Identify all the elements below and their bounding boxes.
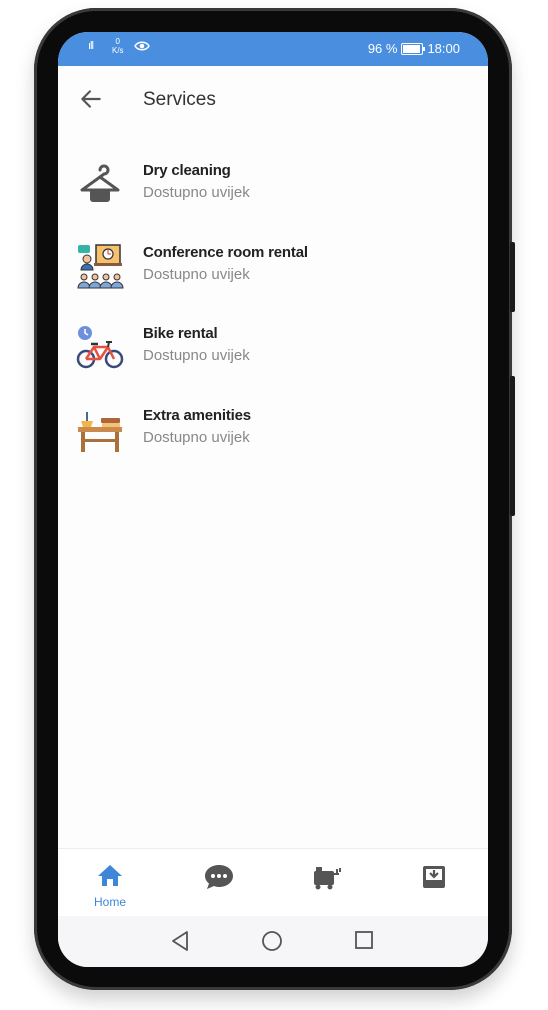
app-bar: Services — [58, 66, 488, 134]
hanger-icon — [80, 164, 120, 202]
clock: 18:00 — [427, 41, 460, 56]
nav-chat[interactable] — [183, 849, 253, 917]
service-item-conference-room-rental[interactable]: Conference room rental Dostupno uvijek — [58, 242, 488, 312]
power-button — [510, 376, 515, 516]
service-name: Bike rental — [143, 325, 218, 342]
signal-indicator: ıll — [88, 40, 94, 52]
service-availability: Dostupno uvijek — [143, 266, 250, 283]
battery-status: 96 % 18:00 — [368, 41, 460, 56]
speed-value: 0 — [115, 37, 120, 46]
eye-icon — [134, 41, 150, 51]
service-availability: Dostupno uvijek — [143, 347, 250, 364]
speed-unit: K/s — [112, 46, 124, 55]
service-name: Extra amenities — [143, 407, 251, 424]
system-home-icon[interactable] — [261, 930, 283, 952]
battery-icon — [401, 42, 426, 55]
bottom-nav: Home — [58, 848, 488, 917]
bike-icon — [76, 326, 124, 369]
system-back-icon[interactable] — [170, 930, 190, 952]
service-availability: Dostupno uvijek — [143, 184, 250, 201]
status-bar: ıll 0 K/s 96 % 18:00 — [58, 32, 488, 66]
page-title: Services — [143, 89, 216, 110]
battery-percent: 96 % — [367, 41, 398, 56]
nav-room-service[interactable] — [291, 849, 361, 917]
system-nav-bar — [58, 916, 488, 967]
volume-button — [510, 242, 515, 312]
conference-icon — [77, 244, 124, 289]
service-availability: Dostupno uvijek — [143, 429, 250, 446]
home-icon — [98, 865, 122, 886]
amenities-table-icon — [78, 412, 122, 452]
nav-inbox[interactable] — [399, 849, 469, 917]
nav-home-label: Home — [93, 895, 126, 909]
system-recents-icon[interactable] — [354, 930, 374, 950]
screen: ıll 0 K/s 96 % 18:00 Services Dry cleani… — [58, 32, 488, 967]
network-speed: 0 K/s — [112, 37, 124, 55]
room-service-cart-icon — [314, 867, 341, 890]
nav-home[interactable]: Home — [75, 849, 145, 917]
back-arrow-icon[interactable] — [78, 86, 104, 112]
chat-icon — [205, 865, 233, 889]
service-item-extra-amenities[interactable]: Extra amenities Dostupno uvijek — [58, 405, 488, 475]
service-name: Dry cleaning — [143, 162, 231, 179]
service-item-dry-cleaning[interactable]: Dry cleaning Dostupno uvijek — [58, 160, 488, 230]
service-item-bike-rental[interactable]: Bike rental Dostupno uvijek — [58, 323, 488, 393]
service-name: Conference room rental — [143, 244, 308, 261]
inbox-download-icon — [423, 866, 445, 888]
